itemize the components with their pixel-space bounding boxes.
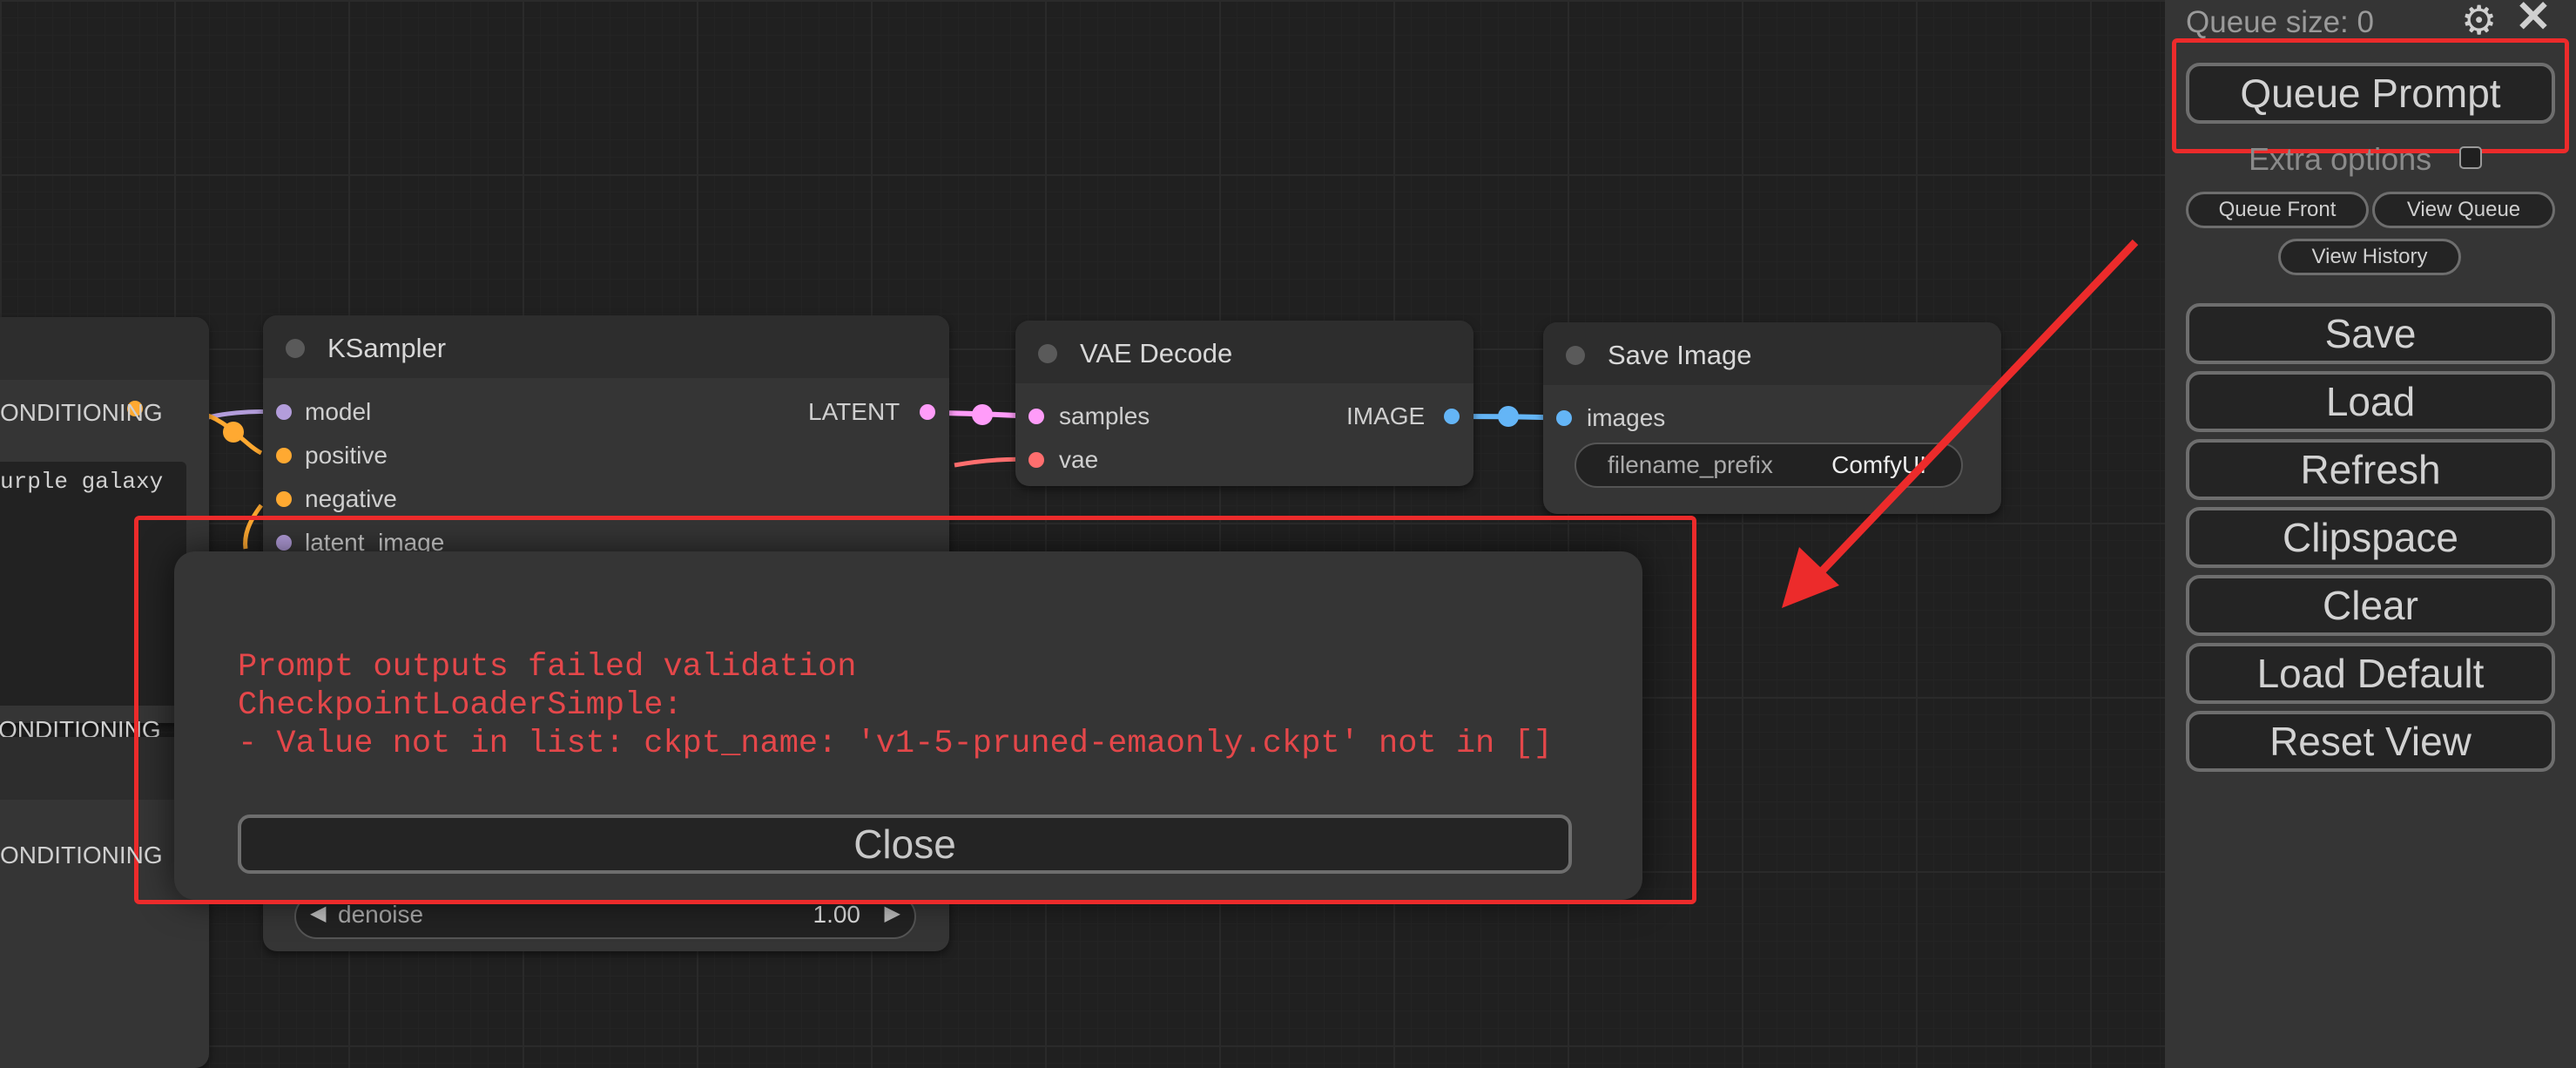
annotation-arrow-shaft — [1813, 239, 2139, 580]
annotation-arrow-head — [1782, 547, 1839, 608]
clear-button[interactable]: Clear — [2186, 575, 2555, 636]
extra-options-label: Extra options — [2249, 141, 2432, 177]
extra-options-checkbox[interactable] — [2459, 146, 2482, 169]
clipspace-button[interactable]: Clipspace — [2186, 507, 2555, 568]
save-button[interactable]: Save — [2186, 303, 2555, 364]
reset-view-button[interactable]: Reset View — [2186, 711, 2555, 772]
queue-size-label: Queue size: 0 — [2186, 5, 2374, 39]
output-conditioning-label-2: ONDITIONING — [0, 842, 163, 869]
view-history-button[interactable]: View History — [2278, 239, 2461, 275]
annotation-arrow — [1782, 239, 2139, 608]
queue-prompt-highlight-box — [2172, 38, 2569, 153]
queue-front-button[interactable]: Queue Front — [2186, 192, 2369, 228]
close-icon[interactable]: ✕ — [2515, 0, 2552, 38]
load-default-button[interactable]: Load Default — [2186, 643, 2555, 704]
graph-canvas[interactable]: ONDITIONING urple galaxy ONDITIONING OND… — [0, 0, 2165, 1068]
gear-icon[interactable]: ⚙ — [2461, 0, 2497, 40]
refresh-button[interactable]: Refresh — [2186, 439, 2555, 500]
view-queue-button[interactable]: View Queue — [2372, 192, 2555, 228]
side-menu: Queue size: 0 ⚙ ✕ Queue Prompt Extra opt… — [2165, 0, 2576, 1068]
load-button[interactable]: Load — [2186, 371, 2555, 432]
